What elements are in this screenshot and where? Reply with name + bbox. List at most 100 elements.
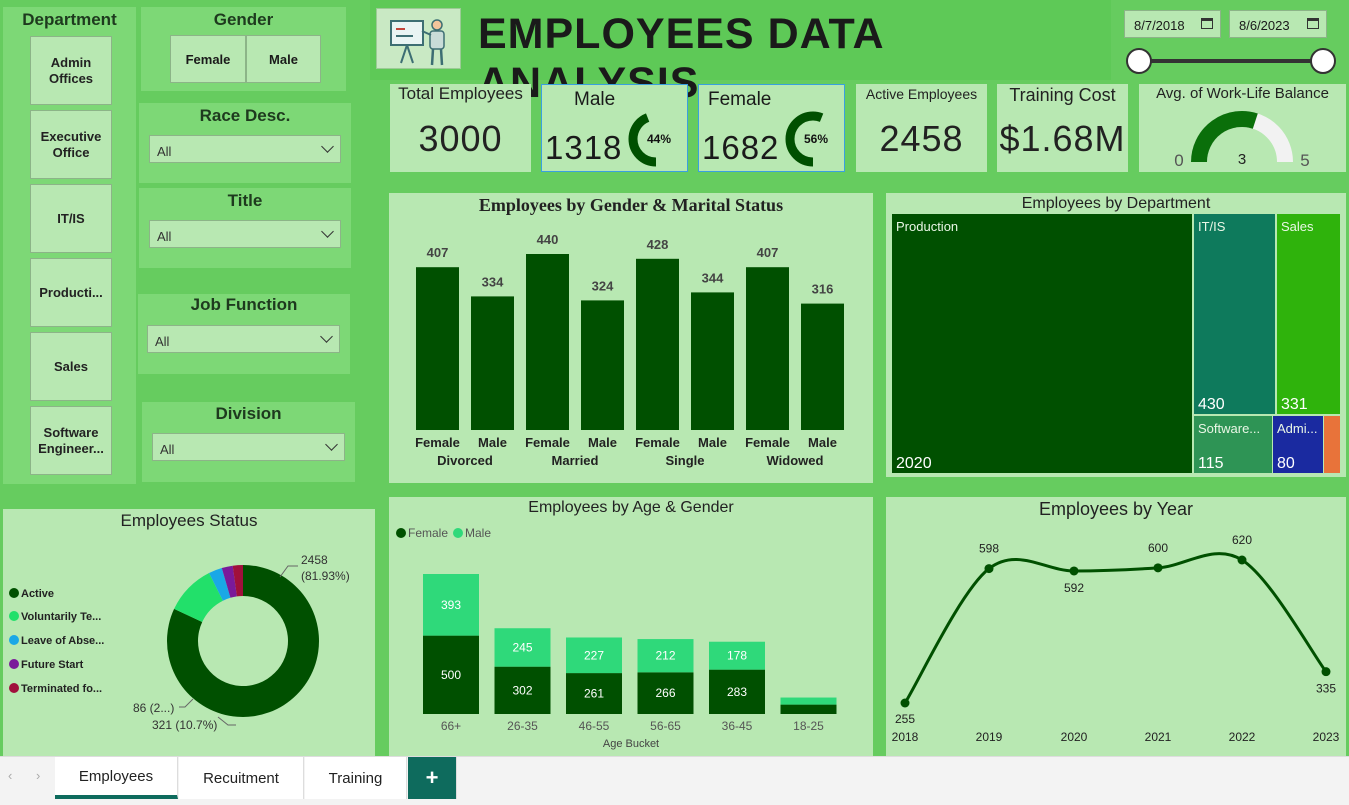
work-life-balance-gauge: 0 3 5 — [1174, 111, 1310, 170]
department-item-3[interactable]: Producti... — [30, 258, 112, 327]
bar-0[interactable] — [416, 267, 459, 430]
tab-recruitment[interactable]: Recuitment — [179, 757, 304, 799]
bar-group-2: Single — [665, 453, 704, 468]
bar-1[interactable] — [471, 296, 514, 430]
wlb-max: 5 — [1300, 151, 1309, 170]
add-tab-button[interactable]: + — [408, 757, 457, 799]
age-category-5: 18-25 — [793, 719, 824, 733]
treemap-name-4: Admi... — [1277, 421, 1317, 436]
start-date-value: 8/7/2018 — [1134, 18, 1185, 33]
chevron-down-icon — [325, 438, 338, 451]
chevron-down-icon — [321, 225, 334, 238]
bar-group-1: Married — [552, 453, 599, 468]
treemap-cell-5[interactable] — [1324, 416, 1340, 473]
legend-male-label: Male — [465, 526, 491, 540]
year-tick-1: 2019 — [976, 730, 1003, 744]
job-function-dropdown[interactable]: All — [147, 325, 340, 353]
training-cost-card: Training Cost $1.68M — [997, 84, 1128, 172]
age-gender-chart: Female Male 500 393 66+ 302 245 26-35 261 227 46-5… — [396, 526, 837, 750]
race-dropdown[interactable]: All — [149, 135, 341, 163]
stack-female-5[interactable] — [780, 704, 837, 714]
bar-label-3: 324 — [592, 278, 614, 293]
legend-dot-2 — [9, 635, 19, 645]
bar-5[interactable] — [691, 292, 734, 430]
title-dropdown[interactable]: All — [149, 220, 341, 248]
gender-female-button[interactable]: Female — [170, 35, 246, 83]
bar-7[interactable] — [801, 303, 844, 430]
annotation-voluntary: 321 (10.7%) — [152, 718, 217, 732]
total-employees-value: 3000 — [418, 118, 503, 159]
stack-label: 261 — [584, 687, 604, 701]
department-item-5[interactable]: Software Engineer... — [30, 406, 112, 475]
start-date-input[interactable]: 8/7/2018 — [1124, 10, 1221, 38]
treemap-value-2: 331 — [1281, 396, 1308, 413]
calendar-icon — [1201, 18, 1213, 29]
year-tick-0: 2018 — [892, 730, 919, 744]
tab-training[interactable]: Training — [305, 757, 407, 799]
department-item-label: IT/IS — [57, 210, 85, 226]
treemap-value-4: 80 — [1277, 455, 1295, 472]
department-treemap: Production 2020 IT/IS 430 Sales 331 Software..… — [892, 214, 1340, 473]
department-item-4[interactable]: Sales — [30, 332, 112, 401]
division-dropdown[interactable]: All — [152, 433, 345, 461]
end-date-value: 8/6/2023 — [1239, 18, 1290, 33]
year-line-chart: 255 2018 598 2019 592 2020 600 2021 620 2022 335 20… — [892, 533, 1340, 744]
year-point-2[interactable] — [1069, 566, 1079, 576]
year-point-5[interactable] — [1321, 667, 1331, 677]
bar-6[interactable] — [746, 267, 789, 430]
stack-male-5[interactable] — [780, 697, 837, 705]
year-point-1[interactable] — [984, 564, 994, 574]
date-range-end-handle[interactable] — [1310, 48, 1336, 74]
chevron-down-icon — [321, 140, 334, 153]
department-item-0[interactable]: Admin Offices — [30, 36, 112, 105]
treemap-name-0: Production — [896, 219, 958, 234]
tab-next-icon[interactable]: › — [36, 768, 48, 783]
bar-3[interactable] — [581, 300, 624, 430]
legend-label-1: Voluntarily Te... — [21, 611, 101, 623]
department-item-2[interactable]: IT/IS — [30, 184, 112, 253]
year-line — [903, 552, 1328, 704]
bar-label-4: 428 — [647, 237, 669, 252]
age-category-4: 36-45 — [722, 719, 753, 733]
stack-label: 227 — [584, 648, 604, 662]
gender-slicer-title: Gender — [213, 10, 274, 29]
department-item-label: Executive Office — [40, 128, 102, 160]
year-point-3[interactable] — [1153, 563, 1163, 573]
date-range-track[interactable] — [1139, 59, 1323, 63]
division-slicer: Division All — [142, 402, 355, 482]
bar-category-6: Female — [745, 435, 790, 450]
date-slicer: 8/7/2018 8/6/2023 — [1111, 0, 1349, 80]
stack-label: 302 — [512, 683, 532, 697]
year-point-0[interactable] — [900, 698, 910, 708]
department-item-1[interactable]: Executive Office — [30, 110, 112, 179]
job-function-dropdown-value: All — [155, 334, 170, 349]
gender-marital-chart: 407 Female 334 Male 440 Female 324 Male 428 Femal… — [415, 232, 844, 468]
bar-label-5: 344 — [702, 270, 724, 285]
tab-employees[interactable]: Employees — [55, 757, 178, 799]
treemap-cell-1[interactable] — [1194, 214, 1275, 414]
date-range-start-handle[interactable] — [1126, 48, 1152, 74]
age-category-1: 26-35 — [507, 719, 538, 733]
gender-male-button[interactable]: Male — [246, 35, 321, 83]
bar-2[interactable] — [526, 254, 569, 430]
treemap-name-3: Software... — [1198, 421, 1260, 436]
year-tick-5: 2023 — [1313, 730, 1340, 744]
legend-label-4: Terminated fo... — [21, 683, 102, 695]
male-gauge: 44% — [628, 111, 684, 167]
treemap-cell-0[interactable] — [892, 214, 1192, 473]
age-category-0: 66+ — [441, 719, 461, 733]
tab-training-label: Training — [328, 769, 383, 787]
treemap-name-2: Sales — [1281, 219, 1314, 234]
year-tick-3: 2021 — [1145, 730, 1172, 744]
male-card: Male 1318 44% — [541, 84, 688, 172]
tab-prev-icon[interactable]: ‹ — [8, 768, 20, 783]
legend-label-0: Active — [21, 588, 54, 600]
legend-dot-1 — [9, 611, 19, 621]
division-slicer-title: Division — [215, 404, 282, 423]
bar-4[interactable] — [636, 258, 679, 430]
legend-female-dot — [396, 528, 406, 538]
treemap-cell-2[interactable] — [1277, 214, 1340, 414]
bar-group-3: Widowed — [767, 453, 824, 468]
year-point-4[interactable] — [1237, 555, 1247, 565]
end-date-input[interactable]: 8/6/2023 — [1229, 10, 1327, 38]
